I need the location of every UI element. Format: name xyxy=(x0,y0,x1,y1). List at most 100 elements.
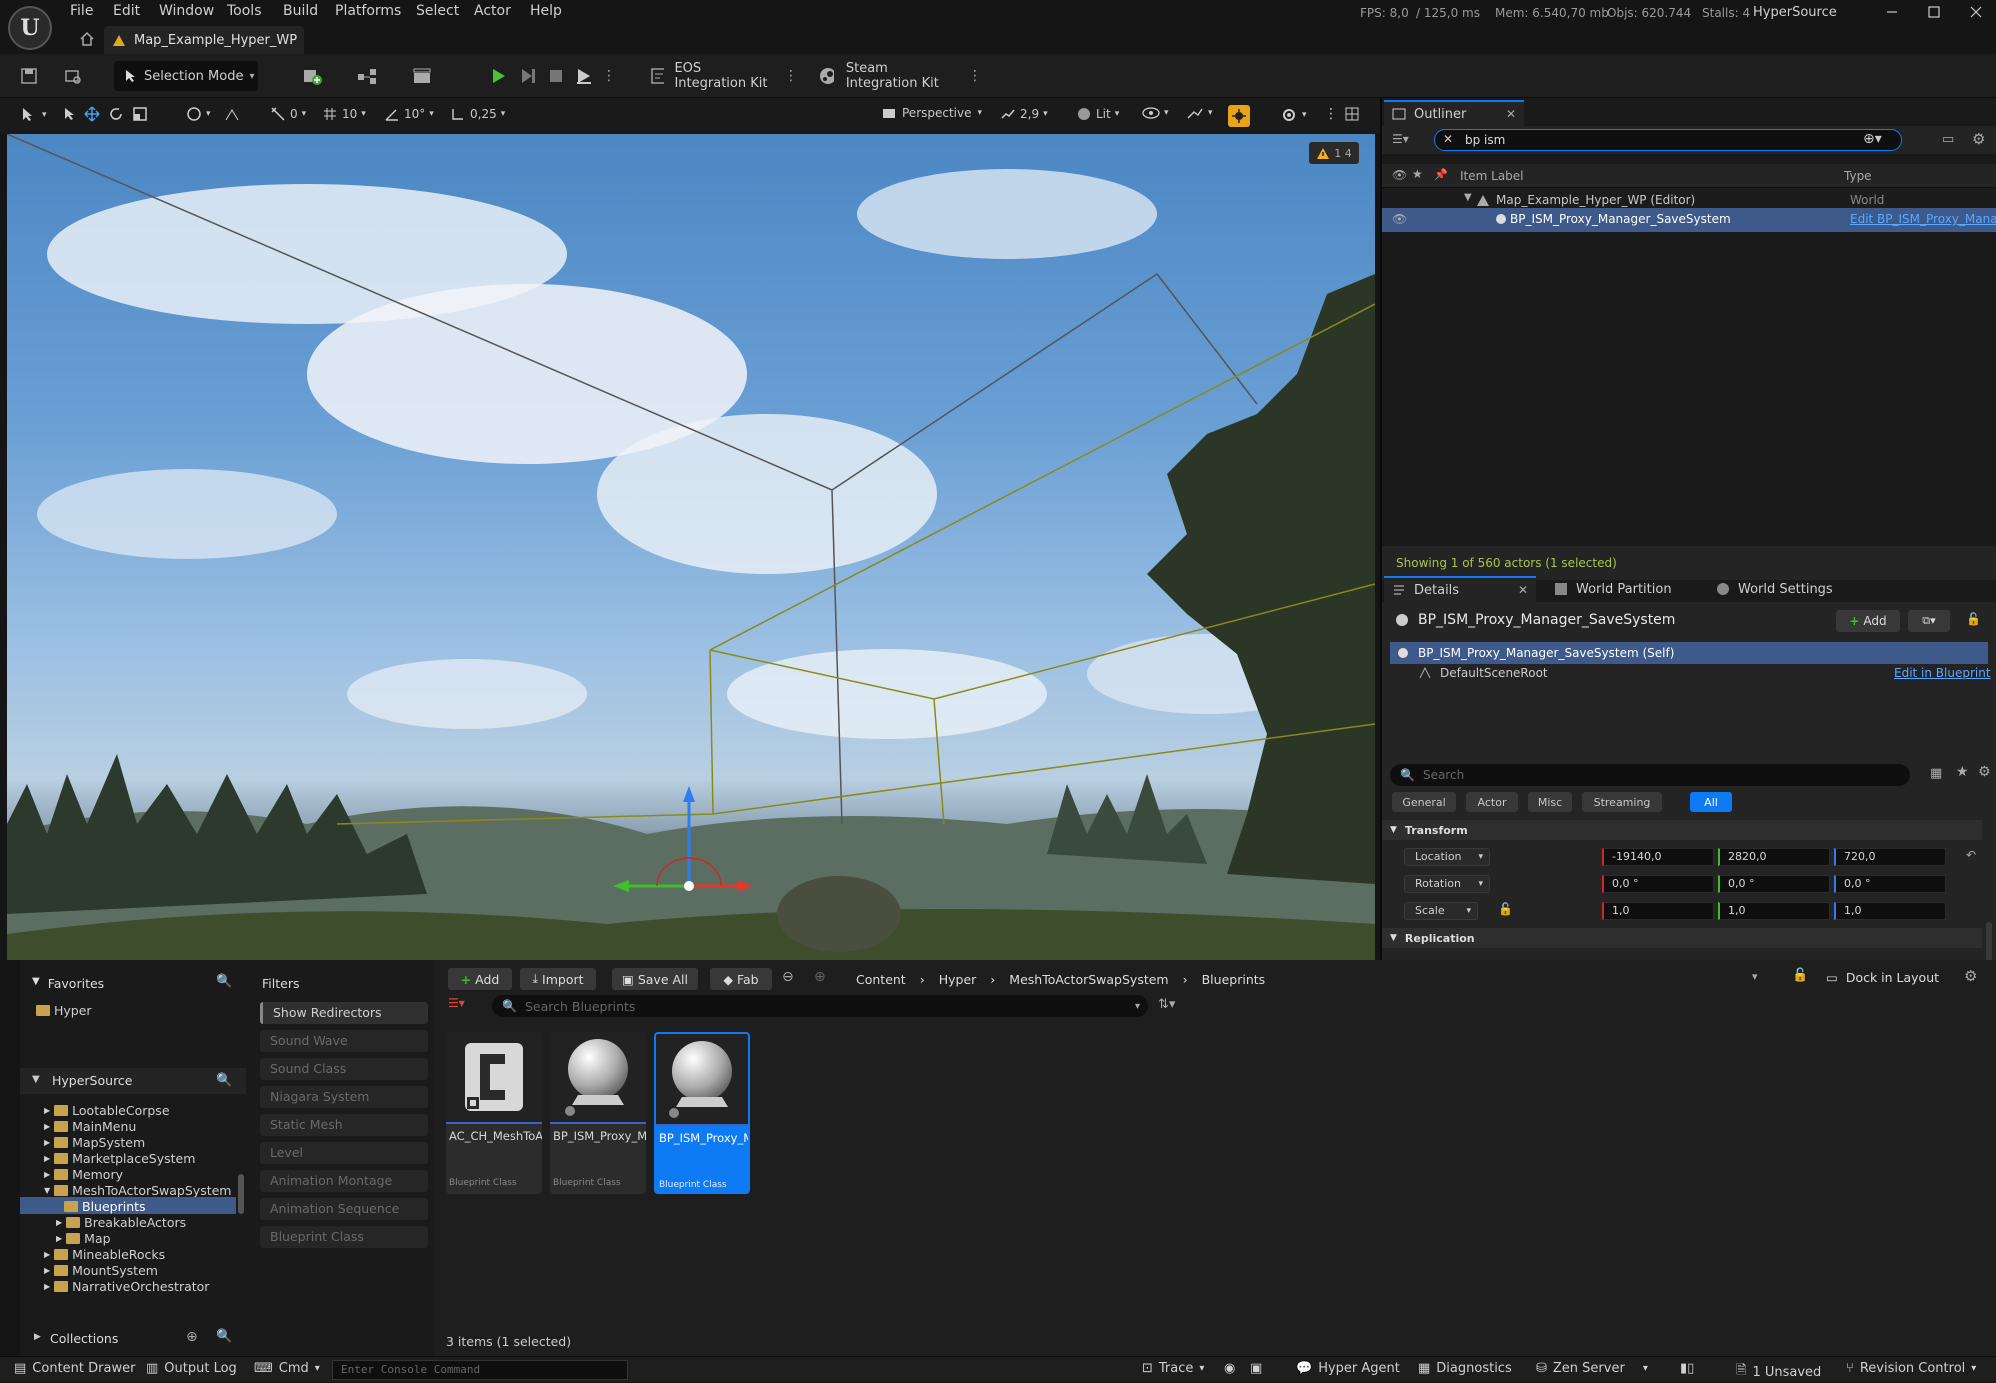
tree-item-mainmenu[interactable]: ▶ MainMenu xyxy=(44,1118,136,1134)
scale-snap-control[interactable]: 0,25 ▾ xyxy=(450,106,505,122)
browse-icon[interactable] xyxy=(58,61,88,91)
details-search-input[interactable]: 🔍 Search xyxy=(1390,764,1910,786)
tree-item-lootablecorpse[interactable]: ▶ LootableCorpse xyxy=(44,1102,170,1118)
edit-in-blueprint-link[interactable]: Edit in Blueprint xyxy=(1894,666,1991,680)
camera-speed-control[interactable]: 2,9 ▾ xyxy=(1000,106,1048,122)
search-icon[interactable]: 🔍 xyxy=(216,974,232,989)
transform-section-header[interactable]: ▼ Transform xyxy=(1382,820,1982,840)
filter-level[interactable]: Level xyxy=(260,1142,428,1164)
grid-snap-control[interactable]: 10 ▾ xyxy=(322,106,366,122)
component-row-self[interactable]: BP_ISM_Proxy_Manager_SaveSystem (Self) xyxy=(1390,642,1988,664)
play-options-icon[interactable]: ⋮ xyxy=(602,61,616,91)
menu-help[interactable]: Help xyxy=(530,3,562,19)
star-icon[interactable]: ★ xyxy=(1956,764,1969,780)
location-x-input[interactable]: -19140,0 xyxy=(1602,848,1714,866)
history-dropdown-icon[interactable]: ▾ xyxy=(1752,970,1758,983)
breadcrumb-content[interactable]: Content xyxy=(856,972,906,987)
tree-item-breakableactors[interactable]: ▶ BreakableActors xyxy=(56,1214,186,1230)
new-folder-icon[interactable]: ▭ xyxy=(1942,132,1954,147)
eos-integration-kit-button[interactable]: EOS Integration Kit ⋮ xyxy=(648,61,798,91)
zen-server-dropdown[interactable]: ⛁ Zen Server ▾ xyxy=(1536,1361,1648,1376)
scale-tool-icon[interactable] xyxy=(132,106,148,122)
add-actor-icon[interactable] xyxy=(294,61,334,91)
clear-search-icon[interactable]: ✕ xyxy=(1443,132,1453,146)
filter-show-redirectors[interactable]: Show Redirectors xyxy=(260,1002,428,1024)
fab-button[interactable]: ◆ Fab xyxy=(710,968,772,990)
category-all[interactable]: All xyxy=(1690,792,1732,812)
scale-lock-icon[interactable]: 🔓 xyxy=(1498,902,1513,916)
diagnostics-button[interactable]: ▦ Diagnostics xyxy=(1418,1361,1512,1376)
favorites-header[interactable]: ▼ Favorites xyxy=(32,976,104,991)
stop-button[interactable] xyxy=(542,61,570,91)
tree-item-memory[interactable]: ▶ Memory xyxy=(44,1166,123,1182)
dock-in-layout-button[interactable]: ▭ Dock in Layout xyxy=(1826,970,1939,985)
collections-header[interactable]: ▶ Collections ⊕ 🔍 xyxy=(20,1328,246,1348)
add-collection-icon[interactable]: ⊕ xyxy=(186,1329,198,1345)
translate-tool-icon[interactable] xyxy=(84,106,100,122)
asset-tile[interactable]: BP_ISM_Proxy_Manager Blueprint Class xyxy=(550,1032,646,1194)
replication-section-header[interactable]: ▼ Replication xyxy=(1382,928,1982,948)
unsaved-button[interactable]: 🗎 1 Unsaved xyxy=(1736,1361,1821,1383)
scale-z-input[interactable]: 1,0 xyxy=(1834,902,1946,920)
menu-edit[interactable]: Edit xyxy=(113,3,140,19)
output-log-button[interactable]: ▥ Output Log xyxy=(146,1361,237,1376)
layout-grid-icon[interactable] xyxy=(1344,106,1360,122)
hyper-agent-button[interactable]: 💬 Hyper Agent xyxy=(1296,1361,1400,1376)
filter-animation-sequence[interactable]: Animation Sequence xyxy=(260,1198,428,1220)
step-button[interactable] xyxy=(514,61,542,91)
tab-world-partition[interactable]: World Partition xyxy=(1546,576,1696,602)
rotation-y-input[interactable]: 0,0 ° xyxy=(1718,875,1830,893)
reset-icon[interactable]: ↶ xyxy=(1966,848,1976,862)
edit-blueprint-link[interactable]: Edit BP_ISM_Proxy_Mana xyxy=(1850,212,1996,226)
realtime-toggle-icon[interactable] xyxy=(1228,105,1250,127)
menu-platforms[interactable]: Platforms xyxy=(335,3,401,19)
screenshot-icon[interactable]: ▣ xyxy=(1250,1361,1262,1376)
tree-item-mapsystem[interactable]: ▶ MapSystem xyxy=(44,1134,145,1150)
location-y-input[interactable]: 2820,0 xyxy=(1718,848,1830,866)
scalability-icon[interactable]: ▾ xyxy=(1186,106,1213,120)
category-general[interactable]: General xyxy=(1392,792,1456,812)
rotate-snap-control[interactable]: 10° ▾ xyxy=(384,106,434,122)
category-actor[interactable]: Actor xyxy=(1466,792,1518,812)
minimize-icon[interactable] xyxy=(1884,4,1900,20)
save-all-button[interactable]: ▣ Save All xyxy=(612,968,698,990)
eject-button[interactable] xyxy=(570,61,598,91)
rotation-z-input[interactable]: 0,0 ° xyxy=(1834,875,1946,893)
settings-gear-icon[interactable]: ▾ xyxy=(1280,106,1307,124)
play-button[interactable] xyxy=(484,61,512,91)
unreal-logo-icon[interactable]: U xyxy=(8,6,52,50)
tab-world-settings[interactable]: World Settings xyxy=(1708,576,1858,602)
location-z-input[interactable]: 720,0 xyxy=(1834,848,1946,866)
expand-arrow-icon[interactable]: ▼ xyxy=(1464,192,1472,203)
tab-outliner[interactable]: Outliner ✕ xyxy=(1384,100,1524,126)
trace-dropdown[interactable]: ⊡ Trace ▾ xyxy=(1142,1361,1204,1376)
sort-icon[interactable]: ⇅▾ xyxy=(1158,997,1175,1012)
lock-icon[interactable]: 🔓 xyxy=(1966,612,1981,626)
rotation-snap-control[interactable]: 0 ▾ xyxy=(270,106,306,122)
level-tab[interactable]: Map_Example_Hyper_WP xyxy=(104,26,304,54)
maximize-icon[interactable] xyxy=(1926,4,1942,20)
search-icon[interactable]: 🔍 xyxy=(216,1329,232,1344)
tree-item-meshtoactorswapsystem[interactable]: ▼ MeshToActorSwapSystem xyxy=(44,1182,231,1198)
warning-badge[interactable]: 1 4 xyxy=(1309,142,1359,164)
viewport-menu-icon[interactable]: ⋮ xyxy=(1324,106,1338,122)
filter-niagara-system[interactable]: Niagara System xyxy=(260,1086,428,1108)
tree-item-mountsystem[interactable]: ▶ MountSystem xyxy=(44,1262,158,1278)
category-misc[interactable]: Misc xyxy=(1528,792,1572,812)
filter-animation-montage[interactable]: Animation Montage xyxy=(260,1170,428,1192)
scale-y-input[interactable]: 1,0 xyxy=(1718,902,1830,920)
filter-icon[interactable]: ☰▾ xyxy=(448,996,474,1016)
favorite-folder-hyper[interactable]: Hyper xyxy=(36,1002,92,1018)
table-view-icon[interactable]: ▦ xyxy=(1930,766,1942,781)
tree-item-map[interactable]: ▶ Map xyxy=(56,1230,111,1246)
home-icon[interactable] xyxy=(78,30,96,48)
filter-static-mesh[interactable]: Static Mesh xyxy=(260,1114,428,1136)
menu-actor[interactable]: Actor xyxy=(474,3,511,19)
tree-item-blueprints[interactable]: Blueprints xyxy=(64,1198,146,1214)
filter-sound-class[interactable]: Sound Class xyxy=(260,1058,428,1080)
revision-control-dropdown[interactable]: ⑂ Revision Control ▾ xyxy=(1846,1361,1976,1376)
asset-search-input[interactable]: 🔍 Search Blueprints ▾ xyxy=(492,995,1148,1017)
location-dropdown[interactable]: Location ▾ xyxy=(1404,848,1490,866)
rotate-tool-icon[interactable] xyxy=(108,106,124,122)
lighting-dropdown[interactable]: Lit ▾ xyxy=(1076,106,1119,122)
